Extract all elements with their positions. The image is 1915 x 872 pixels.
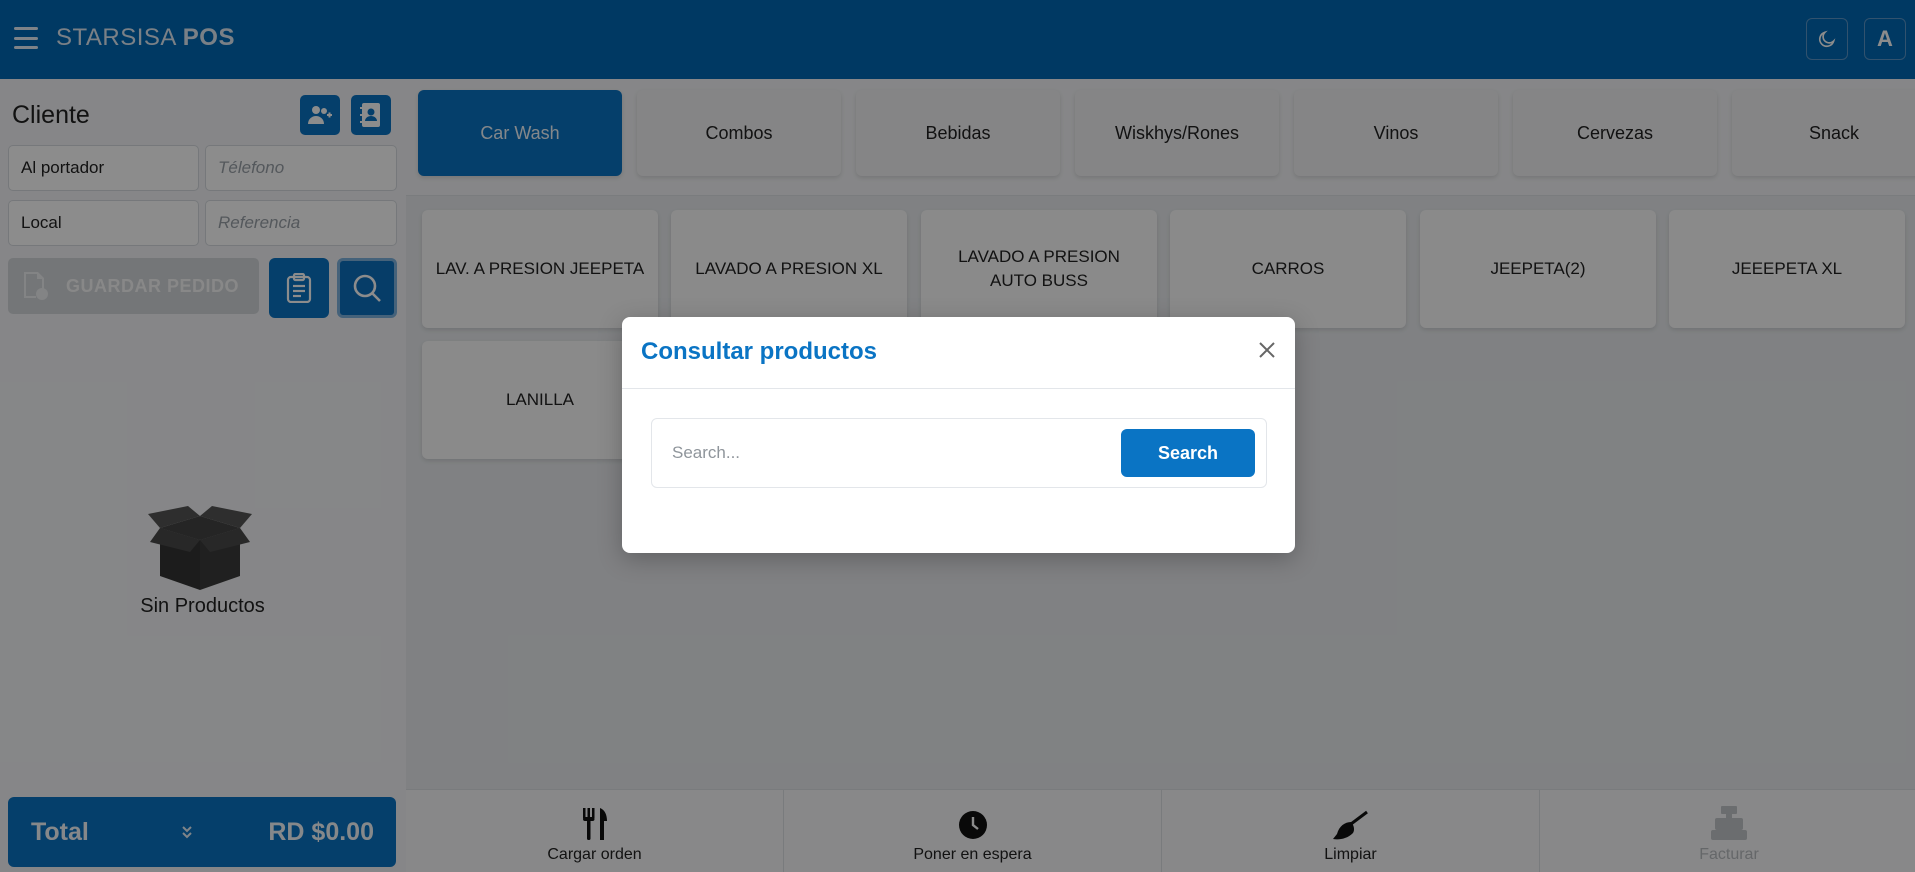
modal-header: Consultar productos [622,317,1295,389]
search-button[interactable]: Search [1121,429,1255,477]
close-icon[interactable] [1254,337,1280,363]
search-input[interactable] [660,429,1110,477]
search-products-modal: Consultar productos Search [622,317,1295,553]
modal-title: Consultar productos [641,338,878,365]
search-form: Search [651,418,1267,488]
